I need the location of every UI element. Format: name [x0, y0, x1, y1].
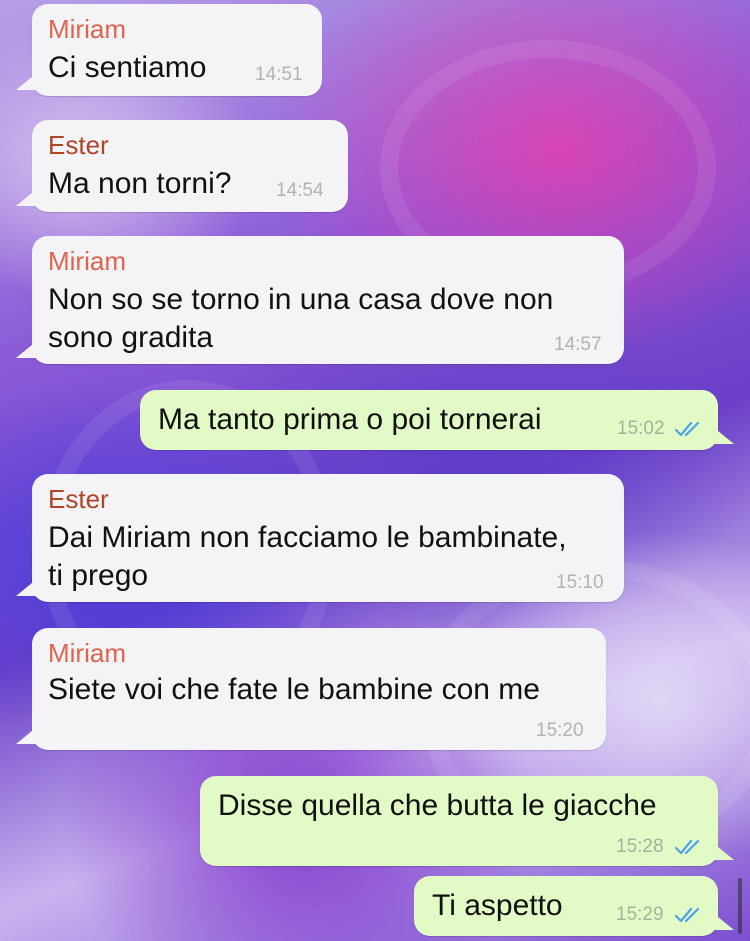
incoming-message-bubble[interactable]: Miriam Non so se torno in una casa dove …	[16, 236, 624, 364]
incoming-message-bubble[interactable]: Miriam Siete voi che fate le bambine con…	[16, 628, 606, 750]
sender-name: Miriam	[48, 246, 126, 276]
message-text: Siete voi che fate le bambine con me	[48, 673, 540, 706]
sender-name: Ester	[48, 130, 109, 160]
message-time: 14:51	[255, 64, 303, 85]
outgoing-message-bubble[interactable]: Disse quella che butta le giacche 15:28	[200, 776, 734, 866]
message-text-line: Non so se torno in una casa dove non	[48, 283, 554, 316]
sender-name: Ester	[48, 484, 109, 514]
sender-name: Miriam	[48, 14, 126, 44]
chat-message-list[interactable]: Miriam Ci sentiamo 14:51 Ester Ma non to…	[0, 0, 750, 941]
message-time: 15:20	[536, 720, 584, 741]
double-check-icon	[674, 907, 700, 923]
incoming-message-bubble[interactable]: Ester Dai Miriam non facciamo le bambina…	[16, 474, 624, 602]
double-check-icon	[674, 421, 700, 437]
message-text-line: ti prego	[48, 559, 149, 592]
message-text: Ti aspetto	[432, 889, 563, 922]
message-text: Ci sentiamo	[48, 51, 207, 84]
message-time: 15:02	[617, 418, 665, 439]
message-time: 14:54	[276, 180, 324, 201]
message-text: Ma tanto prima o poi tornerai	[158, 403, 542, 436]
incoming-message-bubble[interactable]: Ester Ma non torni? 14:54	[16, 120, 348, 212]
scrollbar-thumb[interactable]	[738, 878, 742, 934]
message-time: 15:28	[616, 836, 664, 857]
message-text: Disse quella che butta le giacche	[218, 789, 657, 822]
message-time: 14:57	[554, 334, 602, 355]
message-time: 15:10	[556, 572, 604, 593]
message-text-line: sono gradita	[48, 321, 214, 354]
message-text: Ma non torni?	[48, 167, 232, 200]
double-check-icon	[674, 839, 700, 855]
message-time: 15:29	[616, 904, 664, 925]
outgoing-message-bubble[interactable]: Ma tanto prima o poi tornerai 15:02	[140, 390, 734, 450]
incoming-message-bubble[interactable]: Miriam Ci sentiamo 14:51	[16, 4, 322, 96]
sender-name: Miriam	[48, 638, 126, 668]
message-text-line: Dai Miriam non facciamo le bambinate,	[48, 521, 567, 554]
outgoing-message-bubble[interactable]: Ti aspetto 15:29	[414, 876, 734, 936]
